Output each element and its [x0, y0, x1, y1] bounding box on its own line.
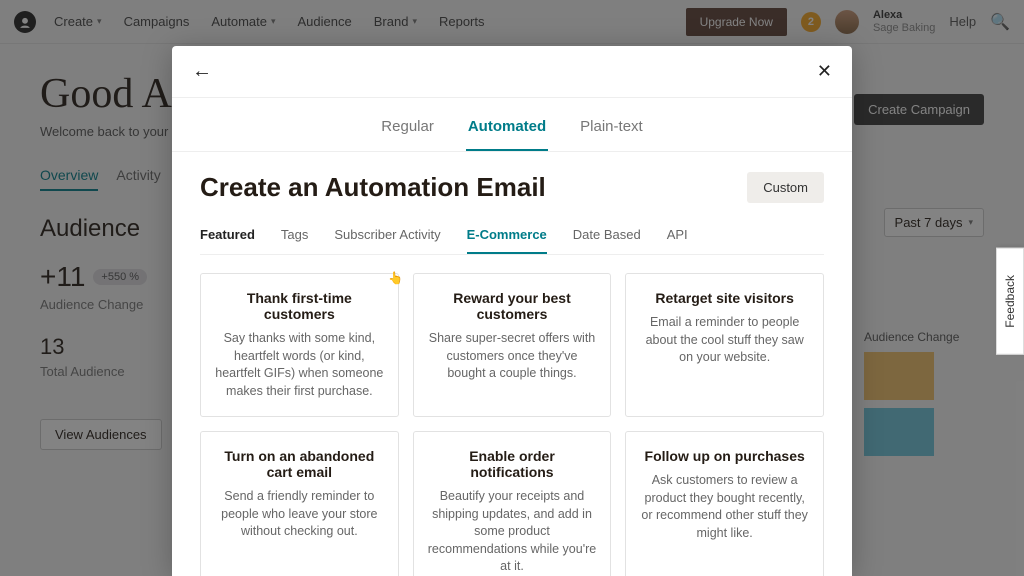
card-title: Retarget site visitors [640, 290, 809, 306]
card-desc: Email a reminder to people about the coo… [640, 314, 809, 367]
card-desc: Beautify your receipts and shipping upda… [428, 488, 597, 576]
automation-card[interactable]: Turn on an abandoned cart email Send a fr… [200, 431, 399, 576]
custom-button[interactable]: Custom [747, 172, 824, 203]
automation-card[interactable]: Reward your best customers Share super-se… [413, 273, 612, 417]
automation-card[interactable]: Follow up on purchases Ask customers to r… [625, 431, 824, 576]
card-title: Thank first-time customers [215, 290, 384, 322]
card-title: Reward your best customers [428, 290, 597, 322]
automation-card[interactable]: Thank first-time customers Say thanks wit… [200, 273, 399, 417]
card-desc: Share super-secret offers with customers… [428, 330, 597, 383]
subtab-subscriber[interactable]: Subscriber Activity [334, 227, 440, 254]
card-title: Follow up on purchases [640, 448, 809, 464]
subtab-tags[interactable]: Tags [281, 227, 308, 254]
subtab-featured[interactable]: Featured [200, 227, 255, 254]
automation-card[interactable]: Retarget site visitors Email a reminder t… [625, 273, 824, 417]
cursor-icon: 👆 [388, 271, 403, 285]
card-title: Enable order notifications [428, 448, 597, 480]
subtab-api[interactable]: API [667, 227, 688, 254]
automation-modal: ← ✕ Regular Automated Plain-text Create … [172, 46, 852, 576]
subtab-ecommerce[interactable]: E-Commerce [467, 227, 547, 254]
subtab-date[interactable]: Date Based [573, 227, 641, 254]
back-arrow-icon[interactable]: ← [192, 60, 212, 83]
card-title: Turn on an abandoned cart email [215, 448, 384, 480]
type-tab-automated[interactable]: Automated [466, 108, 548, 151]
automation-card[interactable]: Enable order notifications Beautify your … [413, 431, 612, 576]
type-tab-plaintext[interactable]: Plain-text [578, 108, 645, 151]
card-desc: Send a friendly reminder to people who l… [215, 488, 384, 541]
card-desc: Ask customers to review a product they b… [640, 472, 809, 542]
type-tab-regular[interactable]: Regular [379, 108, 436, 151]
feedback-tab[interactable]: Feedback [996, 248, 1024, 355]
card-desc: Say thanks with some kind, heartfelt wor… [215, 330, 384, 400]
modal-title: Create an Automation Email [200, 172, 546, 203]
close-icon[interactable]: ✕ [817, 61, 832, 82]
